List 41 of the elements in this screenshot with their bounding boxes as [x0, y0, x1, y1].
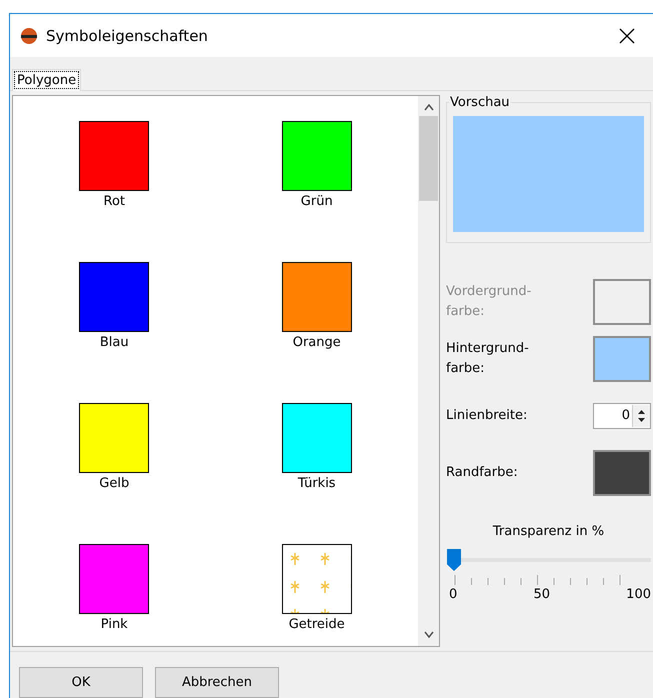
symbol-label: Pink	[100, 617, 128, 632]
symbol-label: Blau	[100, 335, 129, 350]
property-label: Linienbreite:	[446, 406, 528, 424]
chevron-up-icon[interactable]	[424, 103, 434, 111]
symbol-label: Grün	[300, 194, 333, 209]
symbol-label: Rot	[104, 194, 125, 209]
window-title: Symboleigenschaften	[46, 26, 209, 44]
tick-label: 50	[533, 587, 550, 602]
property-label: Hintergrund- farbe:	[446, 340, 529, 378]
symbol-swatch[interactable]	[282, 544, 352, 614]
symbol-label: Türkis	[298, 476, 336, 491]
close-button[interactable]	[619, 28, 635, 44]
tick-label: 0	[449, 587, 458, 602]
symbol-swatch[interactable]	[282, 262, 352, 332]
symbol-swatch[interactable]	[79, 544, 150, 614]
property-label: Vordergrund- farbe:	[446, 282, 532, 320]
symbol-swatch[interactable]	[282, 403, 352, 473]
ok-button[interactable]: OK	[19, 667, 143, 698]
slider-label: Transparenz in %	[492, 524, 606, 539]
scrollbar[interactable]	[418, 96, 439, 646]
spinner-field[interactable]: 0	[593, 402, 651, 428]
group-label: Vorschau	[449, 95, 511, 110]
slider-thumb[interactable]	[447, 549, 461, 571]
tick-label: 100	[626, 587, 651, 602]
tab[interactable]: Polygone	[12, 69, 82, 91]
color-button[interactable]	[593, 336, 651, 382]
symbol-label: Orange	[292, 335, 341, 350]
scrollbar-thumb[interactable]	[419, 116, 438, 201]
symbol-swatch[interactable]	[79, 262, 150, 332]
color-button[interactable]	[593, 450, 651, 496]
property-label: Randfarbe:	[446, 464, 518, 482]
up-down-arrows-icon	[637, 408, 646, 424]
chevron-down-icon[interactable]	[424, 631, 434, 639]
symbol-label: Gelb	[99, 476, 130, 491]
slider-ticks-icon	[454, 575, 622, 585]
close-icon	[619, 28, 635, 44]
symbol-swatch[interactable]	[79, 403, 150, 473]
symbol-swatch[interactable]	[79, 121, 150, 191]
cancel-button[interactable]: Abbrechen	[155, 667, 279, 698]
symbol-label: Getreide	[288, 617, 345, 632]
symbol-swatch[interactable]	[282, 121, 352, 191]
